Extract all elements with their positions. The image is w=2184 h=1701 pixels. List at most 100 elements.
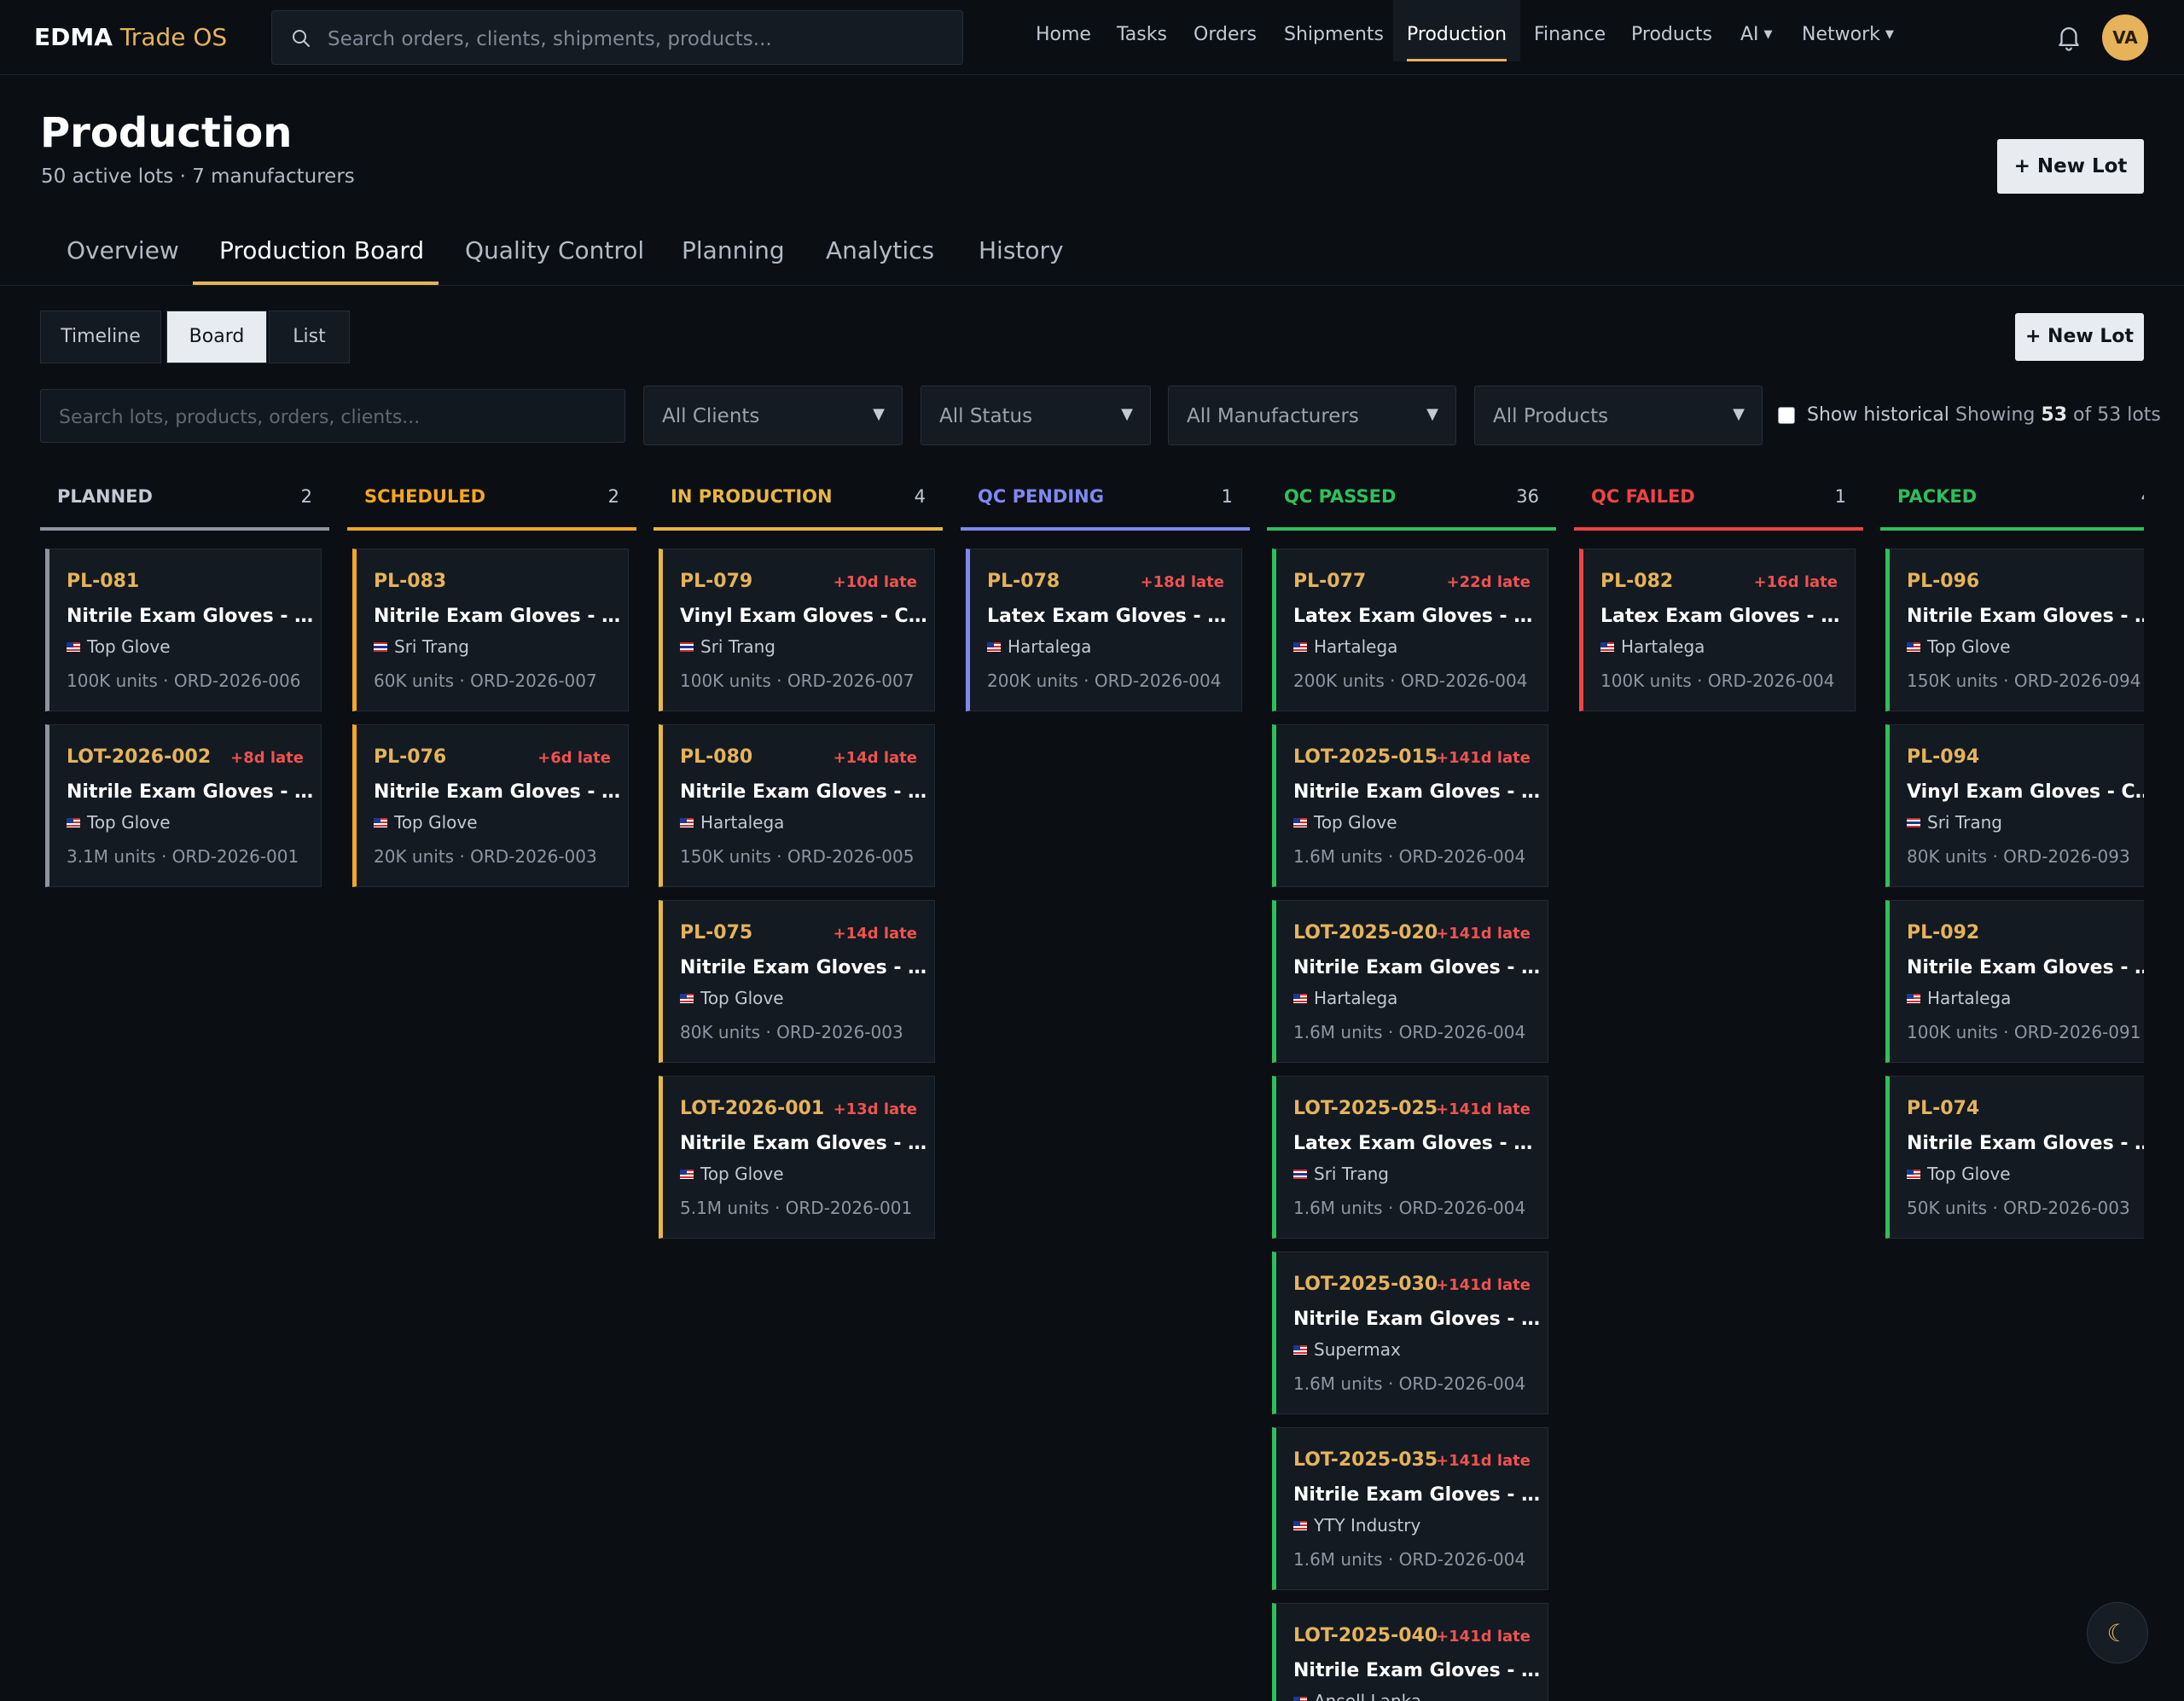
- user-avatar[interactable]: VA: [2102, 15, 2148, 61]
- global-search-input[interactable]: Search orders, clients, shipments, produ…: [271, 10, 963, 65]
- lot-product: Nitrile Exam Gloves - Blu...: [680, 1133, 927, 1154]
- lot-manufacturer: Top Glove: [1907, 636, 2011, 657]
- tab-analytics[interactable]: Analytics: [826, 236, 934, 264]
- lot-product: Nitrile Exam Gloves - Blue: [1293, 781, 1541, 803]
- global-search-placeholder: Search orders, clients, shipments, produ…: [328, 28, 772, 50]
- country-flag-icon: [1907, 994, 1920, 1003]
- view-board-button[interactable]: Board: [166, 311, 267, 363]
- manufacturers-filter-select[interactable]: All Manufacturers ▼: [1168, 386, 1456, 445]
- tab-overview[interactable]: Overview: [67, 236, 179, 264]
- lot-card[interactable]: PL-080 +14d late Nitrile Exam Gloves - Wh.…: [659, 724, 935, 887]
- column-header: QC FAILED 1: [1574, 467, 1863, 531]
- lot-manufacturer: Hartalega: [1907, 988, 2011, 1008]
- lot-id: LOT-2026-001: [680, 1098, 825, 1119]
- nav-orders-label: Orders: [1194, 24, 1257, 45]
- lot-card[interactable]: PL-094 Vinyl Exam Gloves - Cle... Sri Tran…: [1885, 724, 2144, 887]
- view-timeline-button[interactable]: Timeline: [40, 311, 161, 363]
- lot-card[interactable]: LOT-2025-030 +141d late Nitrile Exam Glove…: [1272, 1251, 1548, 1414]
- lot-card[interactable]: PL-074 Nitrile Exam Gloves - Blu... Top Gl…: [1885, 1076, 2144, 1239]
- country-flag-icon: [680, 994, 694, 1003]
- status-filter-select[interactable]: All Status ▼: [921, 386, 1151, 445]
- lot-product: Nitrile Exam Gloves - Wh...: [1907, 957, 2144, 978]
- late-badge: +18d late: [1140, 573, 1224, 591]
- products-filter-select[interactable]: All Products ▼: [1474, 386, 1763, 445]
- lot-card[interactable]: PL-077 +22d late Latex Exam Gloves - Nat..…: [1272, 549, 1548, 711]
- lot-card[interactable]: PL-081 Nitrile Exam Gloves - Blu... Top Gl…: [45, 549, 322, 711]
- column-count: 1: [1221, 486, 1233, 507]
- board-column-qc-passed: QC PASSED 36 PL-077 +22d late Latex Exam Glo…: [1267, 467, 1556, 1701]
- lot-search-input[interactable]: Search lots, products, orders, clients..…: [40, 389, 625, 443]
- lot-card[interactable]: PL-092 Nitrile Exam Gloves - Wh... Hartale…: [1885, 900, 2144, 1063]
- manufacturer-name: Supermax: [1314, 1339, 1401, 1360]
- lot-card[interactable]: PL-079 +10d late Vinyl Exam Gloves - Cle..…: [659, 549, 935, 711]
- nav-network[interactable]: Network ▼: [1802, 0, 1894, 61]
- manufacturers-filter-value: All Manufacturers: [1187, 405, 1359, 427]
- show-historical-checkbox[interactable]: [1778, 407, 1795, 424]
- lot-product: Nitrile Exam Gloves - Blue: [1293, 957, 1541, 978]
- nav-finance[interactable]: Finance: [1534, 0, 1606, 61]
- late-badge: +16d late: [1753, 573, 1838, 591]
- column-title: QC PENDING: [978, 486, 1104, 507]
- lot-id: PL-077: [1293, 571, 1367, 592]
- board-column-packed: PACKED 4 PL-096 Nitrile Exam Gloves - Blu..…: [1880, 467, 2144, 1701]
- nav-production[interactable]: Production: [1393, 0, 1521, 61]
- lot-product: Nitrile Exam Gloves - Wh...: [680, 781, 927, 803]
- lot-manufacturer: Top Glove: [680, 988, 784, 1008]
- lot-manufacturer: Sri Trang: [1907, 812, 2002, 833]
- lot-product: Nitrile Exam Gloves - Blu...: [67, 606, 314, 627]
- lot-manufacturer: Top Glove: [680, 1164, 784, 1184]
- nav-tasks[interactable]: Tasks: [1117, 0, 1167, 61]
- lot-product: Nitrile Exam Gloves - Blu...: [680, 957, 927, 978]
- lot-manufacturer: Hartalega: [987, 636, 1091, 657]
- view-list-button[interactable]: List: [269, 311, 350, 363]
- column-title: QC PASSED: [1284, 486, 1397, 507]
- lot-card[interactable]: LOT-2025-025 +141d late Latex Exam Gloves …: [1272, 1076, 1548, 1239]
- lot-card[interactable]: PL-083 Nitrile Exam Gloves - Blu... Sri Tr…: [352, 549, 629, 711]
- country-flag-icon: [680, 642, 694, 652]
- clients-filter-select[interactable]: All Clients ▼: [643, 386, 903, 445]
- lot-manufacturer: Ansell Lanka: [1293, 1691, 1421, 1701]
- lot-card[interactable]: PL-082 +16d late Latex Exam Gloves - Nat..…: [1579, 549, 1856, 711]
- lot-card[interactable]: LOT-2025-040 +141d late Nitrile Exam Glove…: [1272, 1603, 1548, 1701]
- lot-meta: 1.6M units · ORD-2026-004: [1293, 1022, 1526, 1042]
- tab-planning[interactable]: Planning: [682, 236, 785, 264]
- lot-card[interactable]: LOT-2026-001 +13d late Nitrile Exam Gloves…: [659, 1076, 935, 1239]
- lot-manufacturer: Hartalega: [1293, 636, 1397, 657]
- lot-card[interactable]: PL-096 Nitrile Exam Gloves - Blu... Top Gl…: [1885, 549, 2144, 711]
- country-flag-icon: [67, 818, 80, 827]
- nav-products[interactable]: Products: [1631, 0, 1712, 61]
- lot-card[interactable]: LOT-2025-020 +141d late Nitrile Exam Glove…: [1272, 900, 1548, 1063]
- manufacturer-name: Hartalega: [1314, 636, 1398, 657]
- late-badge: +6d late: [537, 749, 611, 767]
- brand-logo[interactable]: EDMA Trade OS: [34, 23, 227, 51]
- nav-ai[interactable]: AI ▼: [1740, 0, 1773, 61]
- column-header: QC PASSED 36: [1267, 467, 1556, 531]
- nav-production-label: Production: [1407, 24, 1507, 45]
- lot-card[interactable]: LOT-2025-015 +141d late Nitrile Exam Glove…: [1272, 724, 1548, 887]
- nav-orders[interactable]: Orders: [1194, 0, 1257, 61]
- tab-production-board[interactable]: Production Board: [219, 236, 424, 264]
- board-new-lot-button[interactable]: + New Lot: [2015, 313, 2144, 361]
- lot-card[interactable]: PL-075 +14d late Nitrile Exam Gloves - Blu…: [659, 900, 935, 1063]
- moon-icon[interactable]: ☾: [2087, 1602, 2148, 1663]
- lot-card[interactable]: PL-078 +18d late Latex Exam Gloves - Nat..…: [966, 549, 1242, 711]
- late-badge: +8d late: [230, 749, 304, 767]
- bell-icon[interactable]: [2054, 22, 2083, 55]
- country-flag-icon: [1293, 1521, 1307, 1530]
- lot-meta: 5.1M units · ORD-2026-001: [680, 1198, 913, 1218]
- lot-card[interactable]: LOT-2026-002 +8d late Nitrile Exam Gloves …: [45, 724, 322, 887]
- lot-card[interactable]: LOT-2025-035 +141d late Nitrile Exam Glove…: [1272, 1427, 1548, 1590]
- nav-shipments[interactable]: Shipments: [1284, 0, 1384, 61]
- country-flag-icon: [1907, 1170, 1920, 1179]
- lot-manufacturer: Hartalega: [680, 812, 784, 833]
- manufacturer-name: Sri Trang: [1927, 812, 2002, 833]
- country-flag-icon: [1293, 818, 1307, 827]
- showing-count-text: Showing 53 of 53 lots: [1955, 404, 2161, 426]
- column-header: PLANNED 2: [40, 467, 329, 531]
- nav-home[interactable]: Home: [1036, 0, 1091, 61]
- tab-history[interactable]: History: [979, 236, 1064, 264]
- new-lot-button[interactable]: + New Lot: [1997, 139, 2144, 194]
- tab-quality-control[interactable]: Quality Control: [465, 236, 644, 264]
- lot-card[interactable]: PL-076 +6d late Nitrile Exam Gloves - Blu.…: [352, 724, 629, 887]
- country-flag-icon: [1907, 642, 1920, 652]
